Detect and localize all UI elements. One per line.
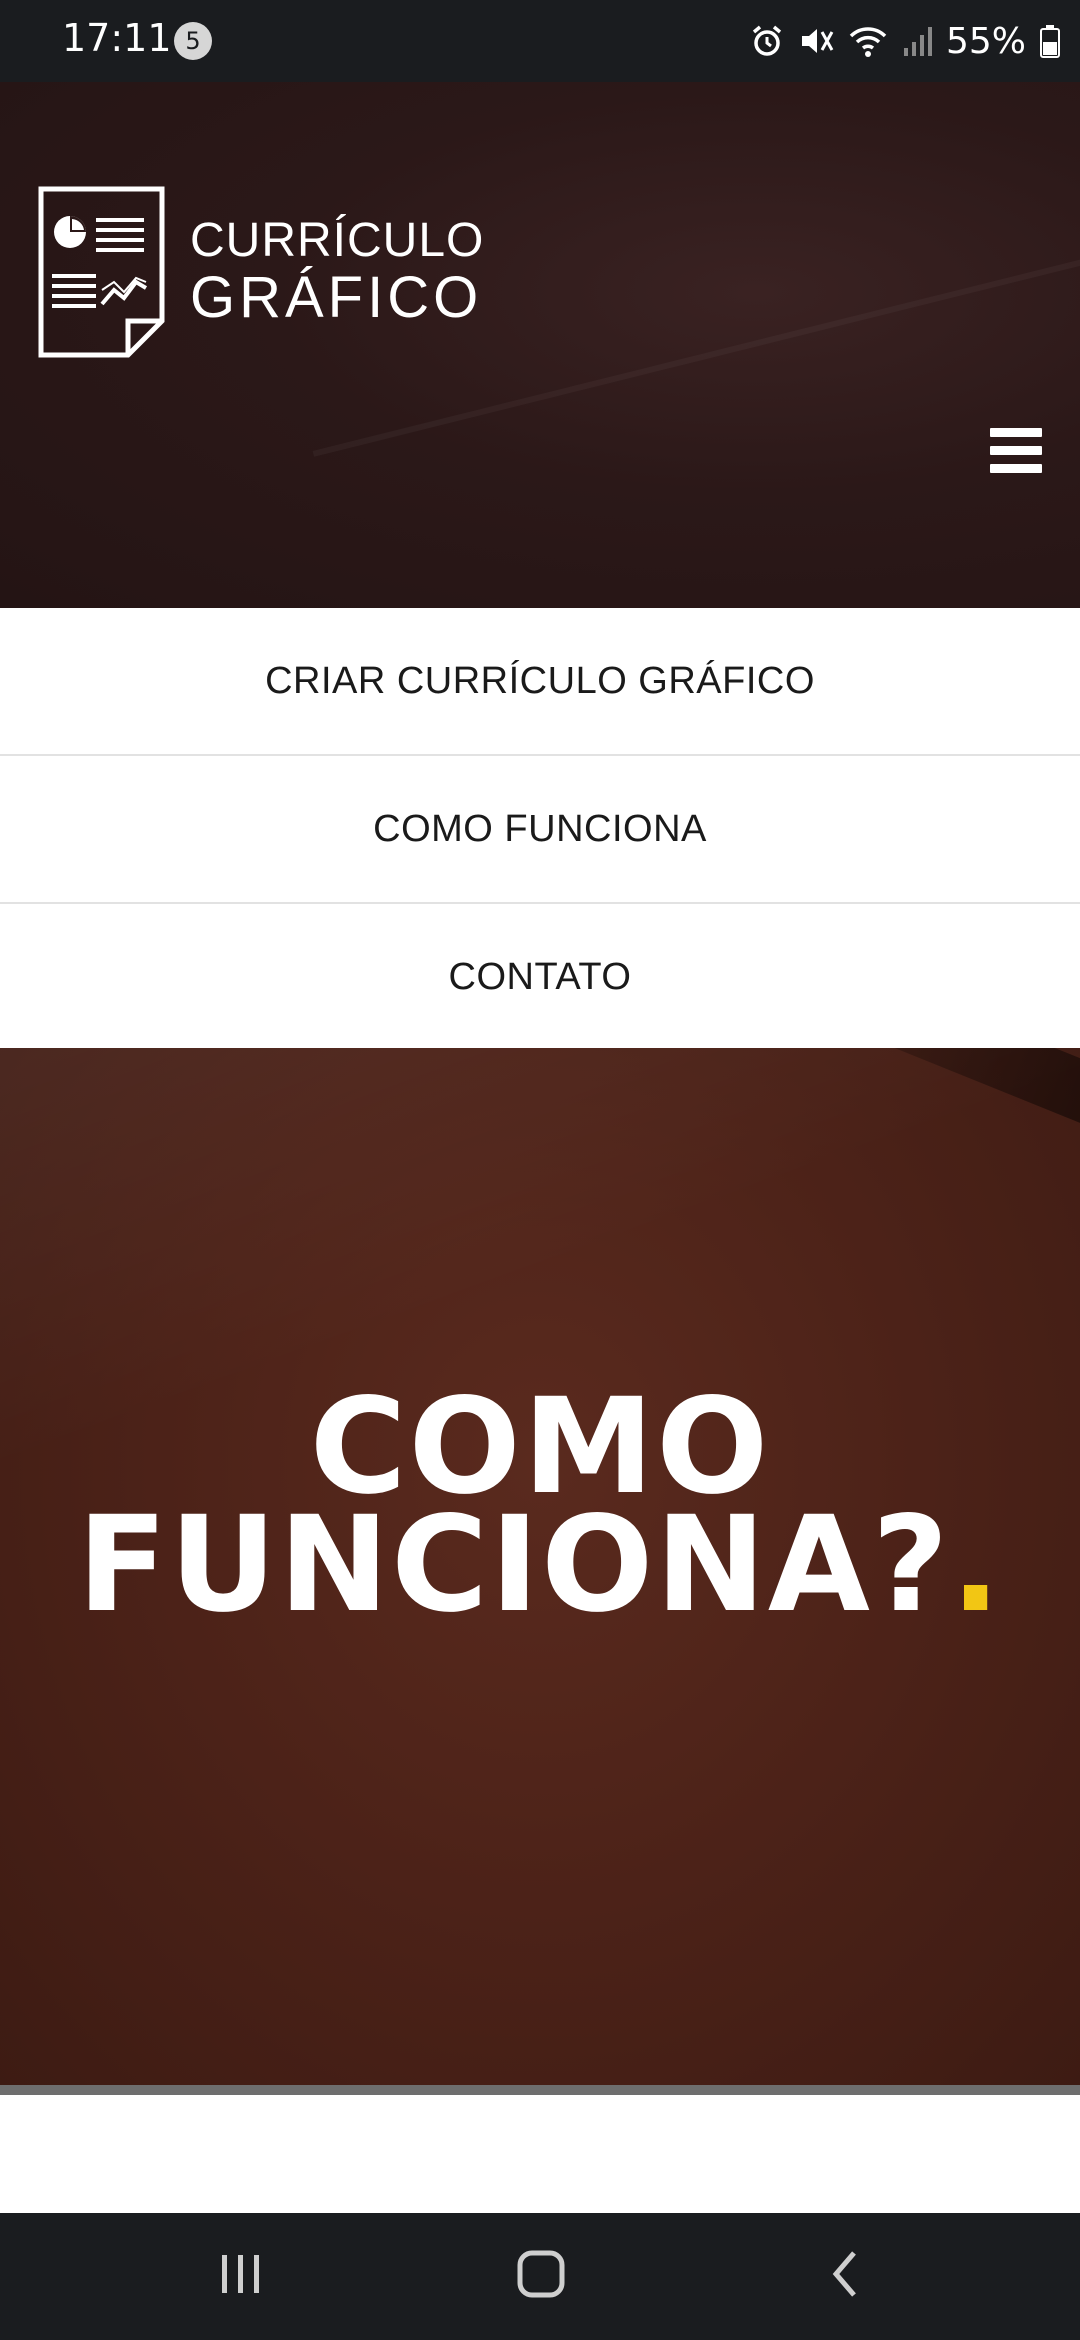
hamburger-line (990, 464, 1042, 473)
home-icon (517, 2250, 565, 2298)
back-button[interactable] (826, 2249, 866, 2304)
status-time: 17:11 (62, 16, 172, 60)
hero-bottom-divider (0, 2085, 1080, 2095)
home-button[interactable] (516, 2249, 566, 2304)
nav-item-como-funciona[interactable]: COMO FUNCIONA (0, 756, 1080, 904)
notification-count-badge: 5 (174, 22, 212, 60)
hero-title-line2-wrap: FUNCIONA?. (0, 1499, 1080, 1631)
hero-title-line2: FUNCIONA? (77, 1488, 951, 1642)
hamburger-menu-button[interactable] (990, 428, 1042, 474)
logo-text: CURRÍCULO GRÁFICO (190, 217, 484, 327)
recent-apps-icon (222, 2255, 259, 2293)
back-icon (832, 2251, 856, 2297)
android-navigation-bar (0, 2213, 1080, 2340)
recent-apps-button[interactable] (218, 2249, 264, 2304)
hero-section: COMO FUNCIONA?. (0, 1048, 1080, 2085)
hero-title: COMO FUNCIONA?. (0, 1381, 1080, 1631)
resume-document-icon (38, 186, 165, 358)
hamburger-line (990, 446, 1042, 455)
signal-icon (902, 24, 932, 58)
nav-item-contato[interactable]: CONTATO (0, 904, 1080, 1050)
mute-icon (798, 24, 834, 58)
hero-title-dot: . (950, 1488, 1003, 1642)
logo-line2: GRÁFICO (190, 265, 483, 330)
site-logo[interactable]: CURRÍCULO GRÁFICO (38, 186, 484, 358)
alarm-icon (750, 24, 784, 58)
hamburger-icon (990, 428, 1042, 437)
status-bar: 17:11 5 55% (0, 0, 1080, 82)
content-section (0, 2095, 1080, 2213)
wifi-icon (848, 24, 888, 58)
nav-item-criar-curriculo[interactable]: CRIAR CURRÍCULO GRÁFICO (0, 608, 1080, 756)
site-header: CURRÍCULO GRÁFICO (0, 82, 1080, 608)
battery-percent: 55% (945, 20, 1026, 62)
logo-line1: CURRÍCULO (190, 214, 485, 267)
nav-menu: CRIAR CURRÍCULO GRÁFICO COMO FUNCIONA CO… (0, 608, 1080, 1050)
battery-icon (1040, 24, 1060, 58)
status-icons: 55% (750, 14, 1060, 68)
